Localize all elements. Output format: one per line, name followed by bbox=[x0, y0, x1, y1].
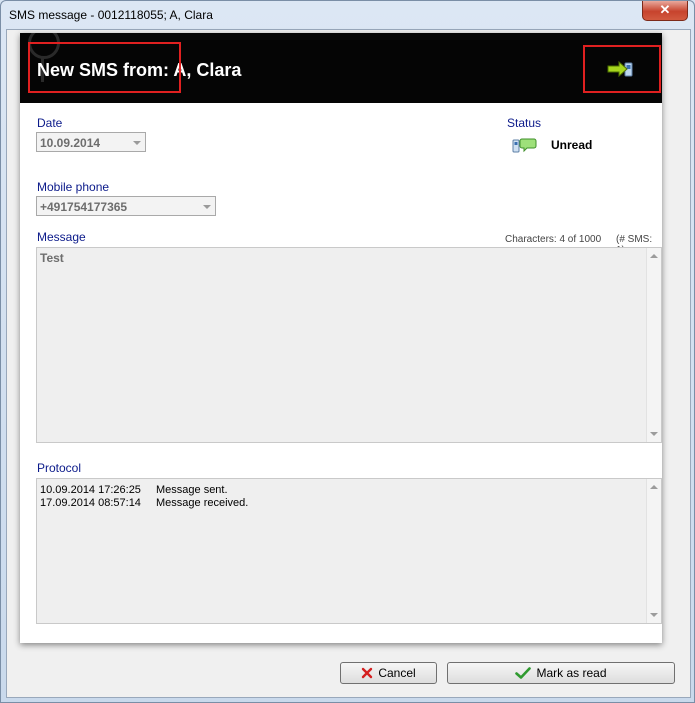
protocol-list[interactable]: 10.09.2014 17:26:25 Message sent. 17.09.2… bbox=[36, 478, 662, 624]
scroll-down-icon[interactable] bbox=[650, 432, 658, 436]
arrow-right-phone-icon[interactable] bbox=[606, 60, 634, 78]
message-scrollbar[interactable] bbox=[646, 248, 661, 442]
message-label: Message bbox=[37, 230, 86, 244]
list-item: 17.09.2014 08:57:14 Message received. bbox=[40, 497, 248, 509]
protocol-text: Message received. bbox=[156, 497, 249, 509]
character-count: Characters: 4 of 1000 bbox=[505, 234, 602, 245]
title-highlight-box bbox=[28, 42, 181, 93]
protocol-label: Protocol bbox=[37, 461, 82, 475]
message-textarea[interactable]: Test bbox=[36, 247, 662, 443]
close-button[interactable]: ✕ bbox=[642, 1, 688, 21]
client-area: New SMS from: A, Clara Date 10.09.2014 S… bbox=[6, 29, 691, 698]
date-value: 10.09.2014 bbox=[40, 136, 101, 150]
sms-message-window: SMS message - 0012118055; A, Clara ✕ New… bbox=[0, 0, 695, 703]
status-label: Status bbox=[507, 116, 542, 130]
date-field[interactable]: 10.09.2014 bbox=[36, 132, 146, 152]
phone-message-icon bbox=[512, 138, 537, 153]
date-label: Date bbox=[37, 116, 63, 130]
panel-header: New SMS from: A, Clara bbox=[20, 33, 662, 103]
scroll-up-icon[interactable] bbox=[650, 254, 658, 258]
title-bar[interactable]: SMS message - 0012118055; A, Clara ✕ bbox=[1, 1, 694, 29]
protocol-scrollbar[interactable] bbox=[646, 479, 661, 623]
protocol-text: Message sent. bbox=[156, 484, 228, 496]
check-icon bbox=[515, 667, 532, 679]
scroll-down-icon[interactable] bbox=[650, 613, 658, 617]
chevron-down-icon bbox=[133, 141, 141, 145]
protocol-time: 10.09.2014 17:26:25 bbox=[40, 484, 141, 496]
scroll-up-icon[interactable] bbox=[650, 485, 658, 489]
sms-panel: New SMS from: A, Clara Date 10.09.2014 S… bbox=[20, 33, 662, 643]
mobile-phone-label: Mobile phone bbox=[37, 180, 110, 194]
window-title: SMS message - 0012118055; A, Clara bbox=[9, 8, 213, 22]
cancel-label: Cancel bbox=[378, 666, 416, 680]
mark-as-read-label: Mark as read bbox=[536, 666, 607, 680]
message-text: Test bbox=[40, 251, 64, 265]
cancel-button[interactable]: Cancel bbox=[340, 662, 437, 684]
mobile-phone-field[interactable]: +491754177365 bbox=[36, 196, 216, 216]
cancel-icon bbox=[362, 667, 373, 679]
status-value: Unread bbox=[551, 138, 593, 152]
mobile-phone-value: +491754177365 bbox=[40, 200, 128, 214]
mark-as-read-button[interactable]: Mark as read bbox=[447, 662, 675, 684]
close-icon: ✕ bbox=[659, 2, 671, 17]
list-item: 10.09.2014 17:26:25 Message sent. bbox=[40, 484, 228, 496]
chevron-down-icon bbox=[203, 205, 211, 209]
protocol-time: 17.09.2014 08:57:14 bbox=[40, 497, 141, 509]
